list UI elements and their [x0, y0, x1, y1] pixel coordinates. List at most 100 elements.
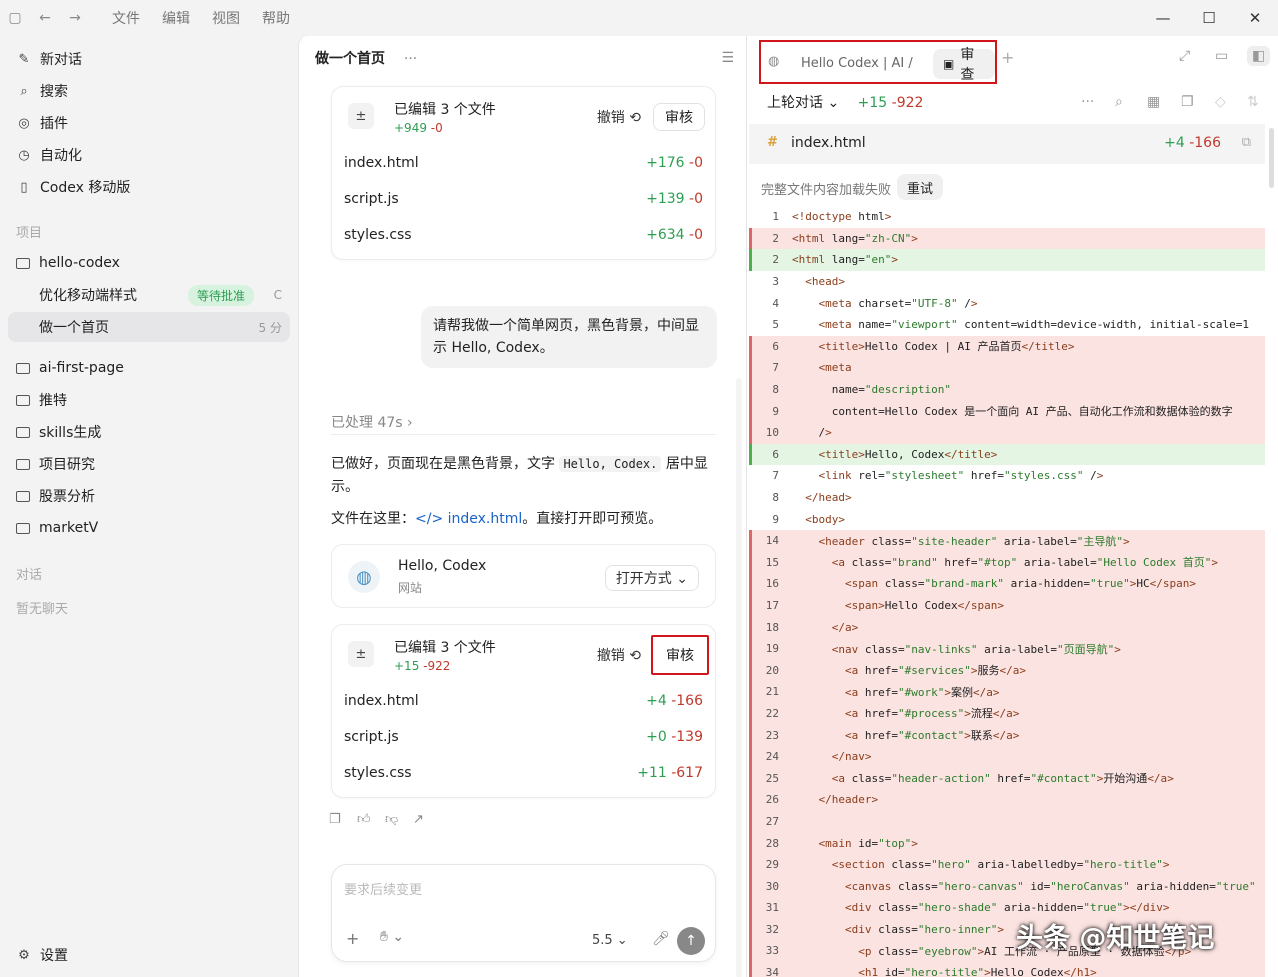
menu-view[interactable]: 视图 — [212, 8, 240, 28]
card-stat: +949 -0 — [394, 121, 443, 135]
project-skills[interactable]: skills生成 — [16, 419, 101, 445]
more-icon[interactable]: ··· — [1081, 94, 1094, 110]
diff-line-del: 20 <a href="#services">服务</a> — [749, 659, 1265, 682]
menu-help[interactable]: 帮助 — [262, 8, 290, 28]
line-code: <a href="#services">服务</a> — [844, 664, 1026, 678]
settings-button[interactable]: ⚙ 设置 — [16, 942, 68, 968]
line-code: <main id="top"> — [818, 836, 918, 850]
line-code: <span>Hello Codex</span> — [844, 598, 1004, 612]
minimize-icon[interactable]: — — [1140, 0, 1186, 36]
file-link[interactable]: </> index.html — [415, 511, 522, 527]
chat-title: 做一个首页 ··· — [315, 48, 417, 68]
gear-icon: ⚙ — [18, 947, 30, 963]
file-row[interactable]: styles.css +11 -617 — [332, 755, 715, 791]
line-number: 2 — [772, 253, 779, 267]
thread-label: 优化移动端样式 — [39, 288, 137, 304]
sidebar-item-new-chat[interactable]: ✎ 新对话 — [16, 46, 82, 72]
project-hello-codex[interactable]: hello-codex — [16, 250, 120, 276]
maximize-icon[interactable]: ☐ — [1186, 0, 1232, 36]
chat-scrollbar[interactable] — [736, 378, 742, 977]
expand-icon[interactable]: ⤢ — [1179, 48, 1190, 64]
menu-edit[interactable]: 编辑 — [162, 8, 190, 28]
file-row[interactable]: script.js +139 -0 — [332, 181, 715, 217]
line-number: 10 — [765, 426, 779, 440]
title-bar: ▢ ← → 文件 编辑 视图 帮助 — ☐ ✕ — [0, 0, 1278, 36]
undo-button[interactable]: 撤销 ⟲ — [597, 645, 641, 665]
website-preview-card[interactable]: ◍ Hello, Codex 网站 打开方式 ⌄ — [331, 544, 716, 608]
folder-icon — [16, 490, 30, 502]
file-row[interactable]: script.js +0 -139 — [332, 719, 715, 755]
open-with-button[interactable]: 打开方式 ⌄ — [604, 565, 699, 591]
review-button-highlighted[interactable]: 审核 — [651, 635, 709, 675]
diff-line-del: 8 name="description" — [749, 378, 1265, 401]
thumbs-down-icon[interactable]: 👎︎ — [385, 812, 413, 827]
project-marketv[interactable]: marketV — [16, 515, 98, 541]
thread-extra: C — [273, 288, 282, 302]
model-selector[interactable]: 5.5 ⌄ — [592, 933, 628, 948]
split-view-icon[interactable]: ◧ — [1247, 46, 1271, 66]
diff-code: 1 <!doctype html> 2 <html lang="zh-CN"> 2 <ht… — [749, 206, 1265, 977]
send-button[interactable]: ↑ — [677, 927, 705, 955]
thread-optimize-mobile[interactable]: 优化移动端样式 等待批准 C — [8, 280, 290, 310]
next-change-icon[interactable]: ⇅ — [1247, 94, 1259, 110]
forward-arrow-icon[interactable]: → — [60, 3, 90, 33]
thread-make-homepage[interactable]: 做一个首页 5 分 — [8, 312, 290, 342]
mobile-icon: ▯ — [20, 179, 28, 195]
outline-icon[interactable]: ☰ — [721, 50, 734, 66]
grid-icon[interactable]: ▦ — [1147, 94, 1160, 110]
retry-button[interactable]: 重试 — [897, 174, 944, 200]
hand-icon[interactable]: ✋︎ ⌄ — [380, 929, 404, 945]
line-code: <a href="#contact">联系</a> — [844, 729, 1020, 743]
review-tab[interactable]: ▣ 审查 — [933, 47, 995, 83]
panel-icon[interactable]: ▭ — [1215, 48, 1228, 64]
project-research[interactable]: 项目研究 — [16, 451, 95, 477]
add-icon[interactable]: + — [346, 929, 359, 948]
thumbs-up-icon[interactable]: 👍︎ — [357, 812, 385, 827]
line-code: </header> — [818, 793, 879, 807]
line-number: 5 — [772, 318, 779, 332]
file-row[interactable]: styles.css +634 -0 — [332, 217, 715, 253]
project-twitter[interactable]: 推特 — [16, 387, 67, 413]
review-tab-highlight: ◍ Hello Codex | AI / ▣ 审查 — [759, 40, 997, 84]
find-icon[interactable]: ⌕ — [1115, 94, 1123, 110]
line-number: 25 — [765, 771, 779, 785]
compare-scope-dropdown[interactable]: 上轮对话 ⌄ — [767, 95, 839, 111]
line-number: 9 — [772, 404, 779, 418]
copy-icon[interactable]: ❐ — [1181, 94, 1194, 110]
browser-tab-label[interactable]: Hello Codex | AI / — [801, 56, 913, 71]
file-row[interactable]: index.html +4 -166 — [332, 683, 715, 719]
new-tab-icon[interactable]: + — [1001, 48, 1014, 67]
project-ai-first-page[interactable]: ai-first-page — [16, 355, 124, 381]
minus-count: -139 — [671, 729, 703, 745]
project-stocks[interactable]: 股票分析 — [16, 483, 95, 509]
diff-file-header[interactable]: # index.html +4 -166 ⧉ — [749, 124, 1265, 164]
more-icon[interactable]: ··· — [404, 51, 417, 67]
sidebar-item-mobile[interactable]: ▯ Codex 移动版 — [16, 174, 130, 200]
card-title: 已编辑 3 个文件 — [394, 640, 496, 656]
share-icon[interactable]: ↗ — [413, 812, 441, 827]
status-badge: 等待批准 — [187, 284, 254, 306]
prev-change-icon[interactable]: ◇ — [1215, 94, 1226, 110]
diff-line-ctx: 4 <meta charset="UTF-8" /> — [749, 292, 1265, 314]
back-arrow-icon[interactable]: ← — [30, 3, 60, 33]
close-icon[interactable]: ✕ — [1232, 0, 1278, 36]
line-code: <html lang="en"> — [792, 253, 898, 267]
sidebar-item-plugins[interactable]: ◎ 插件 — [16, 110, 68, 136]
composer-input[interactable]: 要求后续变更 — [344, 879, 422, 898]
diff-scrollbar[interactable] — [1269, 128, 1274, 188]
sidebar-item-label: 搜索 — [40, 84, 68, 100]
review-button[interactable]: 审核 — [653, 103, 705, 131]
folder-icon — [16, 458, 30, 470]
sidebar-item-search[interactable]: ⌕ 搜索 — [16, 78, 68, 104]
undo-button[interactable]: 撤销 ⟲ — [597, 107, 641, 127]
file-stat: +139 -0 — [646, 191, 703, 207]
menu-file[interactable]: 文件 — [112, 8, 140, 28]
file-row[interactable]: index.html +176 -0 — [332, 145, 715, 181]
copy-icon[interactable]: ❐ — [329, 812, 357, 827]
mic-icon[interactable]: 🎤︎ — [652, 931, 670, 947]
processed-toggle[interactable]: 已处理 47s › — [331, 412, 413, 432]
line-number: 17 — [765, 598, 779, 612]
sidebar-toggle-icon[interactable]: ▢ — [0, 3, 30, 33]
sidebar-item-automation[interactable]: ◷ 自动化 — [16, 142, 82, 168]
open-external-icon[interactable]: ⧉ — [1242, 135, 1251, 150]
